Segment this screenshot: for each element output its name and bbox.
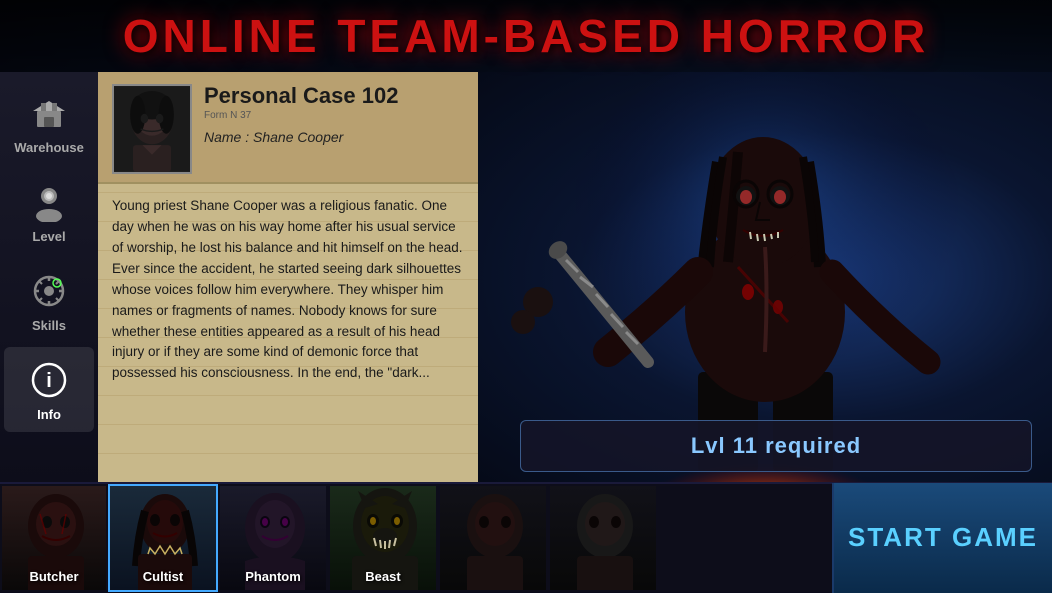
case-header: Personal Case 102 Form N 37 Name : Shane…	[98, 72, 478, 184]
char-card-cultist[interactable]: Cultist	[108, 484, 218, 592]
skills-label: Skills	[32, 318, 66, 333]
warehouse-label: Warehouse	[14, 140, 84, 155]
case-portrait	[112, 84, 192, 174]
character-cards: Butcher Cultist	[0, 484, 832, 592]
case-name: Name : Shane Cooper	[204, 129, 464, 145]
warehouse-icon	[26, 90, 72, 136]
sidebar-item-warehouse[interactable]: Warehouse	[4, 80, 94, 165]
svg-text:i: i	[46, 370, 52, 392]
case-title-block: Personal Case 102 Form N 37 Name : Shane…	[204, 84, 464, 145]
level-badge: Lvl 11 required	[520, 420, 1032, 472]
start-game-label: START GAME	[848, 522, 1038, 553]
char-card-phantom[interactable]: Phantom	[218, 484, 328, 592]
case-body: Young priest Shane Cooper was a religiou…	[98, 184, 478, 396]
butcher-label: Butcher	[29, 569, 78, 584]
case-title: Personal Case 102	[204, 84, 464, 108]
title-bar: ONLINE TEAM-BASED HORROR	[0, 0, 1052, 72]
case-form-num: Form N 37	[204, 110, 464, 121]
main-title: ONLINE TEAM-BASED HORROR	[123, 9, 929, 63]
char-card-beast[interactable]: Beast	[328, 484, 438, 592]
char-card-5[interactable]	[438, 484, 548, 592]
level-icon	[26, 179, 72, 225]
level-badge-text: Lvl 11 required	[691, 433, 861, 458]
sidebar-item-level[interactable]: Level	[4, 169, 94, 254]
char-card-6[interactable]	[548, 484, 658, 592]
phantom-label: Phantom	[245, 569, 301, 584]
sidebar: Warehouse Level	[0, 72, 98, 482]
case-panel: Personal Case 102 Form N 37 Name : Shane…	[98, 72, 478, 482]
char-card-butcher[interactable]: Butcher	[0, 484, 108, 592]
sidebar-item-skills[interactable]: Skills	[4, 258, 94, 343]
sidebar-item-info[interactable]: i Info	[4, 347, 94, 432]
skills-icon	[26, 268, 72, 314]
cultist-label: Cultist	[143, 569, 183, 584]
start-game-button[interactable]: START GAME	[832, 483, 1052, 593]
beast-label: Beast	[365, 569, 400, 584]
info-icon: i	[26, 357, 72, 403]
bottom-bar: Butcher Cultist	[0, 482, 1052, 592]
level-label: Level	[32, 229, 65, 244]
info-label: Info	[37, 407, 61, 422]
